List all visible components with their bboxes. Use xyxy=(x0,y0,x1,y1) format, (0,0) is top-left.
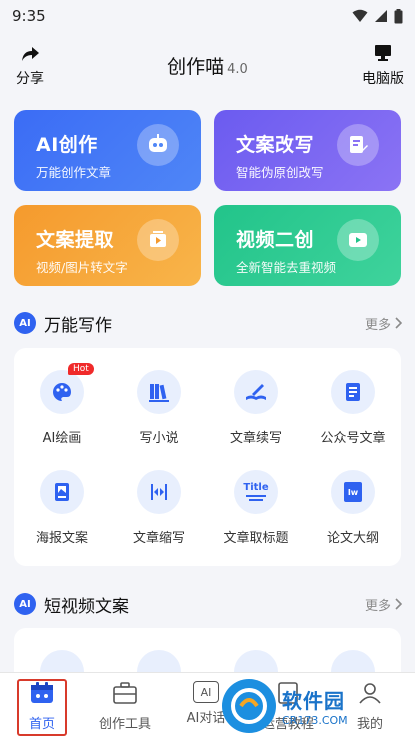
desktop-version-button[interactable]: 电脑版 xyxy=(361,44,405,88)
hot-badge: Hot xyxy=(68,363,94,375)
thesis-icon: Iw xyxy=(331,470,375,514)
wifi-icon xyxy=(352,9,368,22)
more-link[interactable]: 更多 xyxy=(365,314,402,333)
status-bar: 9:35 xyxy=(0,0,415,32)
card-subtitle: 视频/图片转文字 xyxy=(36,260,128,275)
signal-icon xyxy=(375,10,387,22)
robot-icon xyxy=(137,124,179,166)
tab-home[interactable]: 首页 xyxy=(2,681,82,732)
title-icon-text: Title xyxy=(243,482,269,493)
tool-label: 公众号文章 xyxy=(320,431,386,446)
tool-continue-article[interactable]: 文章续写 xyxy=(208,370,304,446)
tool-ai-painting[interactable]: Hot AI绘画 xyxy=(14,363,110,446)
ai-badge-icon: AI xyxy=(14,312,36,334)
tool-label: 海报文案 xyxy=(35,531,88,546)
watermark-logo-icon xyxy=(222,679,276,733)
tab-creation-tools[interactable]: 创作工具 xyxy=(85,681,165,732)
tool-label: 文章续写 xyxy=(229,431,282,446)
home-calendar-icon xyxy=(31,682,53,703)
short-video-header: AI 短视频文案 更多 xyxy=(14,591,402,617)
page-title: 创作喵 4.0 xyxy=(0,52,415,79)
tool-abbreviate-article[interactable]: 文章缩写 xyxy=(111,470,207,546)
tool-label: 文章缩写 xyxy=(132,531,185,546)
copy-rewrite-card[interactable]: 文案改写 智能伪原创改写 xyxy=(214,110,401,191)
universal-writing-header: AI 万能写作 更多 xyxy=(14,310,402,336)
watermark-text: 软件园 CR173.COM xyxy=(282,685,348,727)
tool-wechat-article[interactable]: 公众号文章 xyxy=(305,370,401,446)
section-title: 短视频文案 xyxy=(44,596,129,617)
tool-label: 写小说 xyxy=(139,431,179,446)
more-label: 更多 xyxy=(364,317,391,333)
chevron-right-icon xyxy=(395,317,402,329)
tool-label: AI绘画 xyxy=(42,431,82,446)
monitor-icon xyxy=(375,45,391,61)
ai-chat-icon-text: AI xyxy=(200,685,212,699)
app-header: 分享 创作喵 4.0 电脑版 xyxy=(0,40,415,96)
tab-label: 创作工具 xyxy=(98,717,151,732)
tab-label: 首页 xyxy=(28,717,55,732)
card-subtitle: 智能伪原创改写 xyxy=(236,165,324,180)
book-pen-icon xyxy=(234,370,278,414)
watermark-domain: CR173.COM xyxy=(282,714,348,727)
section-title: 万能写作 xyxy=(44,315,112,336)
tool-label: 文章取标题 xyxy=(223,531,289,546)
tool-thesis-outline[interactable]: Iw 论文大纲 xyxy=(305,470,401,546)
card-subtitle: 万能创作文章 xyxy=(36,165,112,180)
short-video-panel xyxy=(14,628,401,694)
tool-article-title[interactable]: Title 文章取标题 xyxy=(208,470,304,546)
watermark-title: 软件园 xyxy=(282,689,345,713)
ai-create-card[interactable]: AI创作 万能创作文章 xyxy=(14,110,201,191)
compress-icon xyxy=(137,470,181,514)
tool-write-novel[interactable]: 写小说 xyxy=(111,370,207,446)
watermark: 软件园 CR173.COM xyxy=(222,676,412,736)
ai-chat-icon: AI xyxy=(193,681,219,703)
more-link[interactable]: 更多 xyxy=(365,595,402,614)
chevron-right-icon xyxy=(395,598,402,610)
palette-icon: Hot xyxy=(40,363,94,414)
copy-extract-card[interactable]: 文案提取 视频/图片转文字 xyxy=(14,205,201,286)
title-icon: Title xyxy=(234,470,278,514)
toolbox-icon xyxy=(113,682,137,704)
edit-doc-icon xyxy=(337,124,379,166)
video-remix-icon xyxy=(337,219,379,261)
desktop-label: 电脑版 xyxy=(362,71,404,87)
thesis-icon-text: Iw xyxy=(347,487,359,497)
tool-label: 论文大纲 xyxy=(326,531,379,546)
video-extract-icon xyxy=(137,219,179,261)
video-remix-card[interactable]: 视频二创 全新智能去重视频 xyxy=(214,205,401,286)
app-name: 创作喵 xyxy=(167,56,225,78)
battery-icon xyxy=(394,8,403,23)
app-version: 4.0 xyxy=(227,62,248,77)
books-icon xyxy=(137,370,181,414)
universal-writing-panel: Hot AI绘画 写小说 文章续写 公众号文章 海报文案 文章缩写 Title … xyxy=(14,348,401,566)
card-subtitle: 全新智能去重视频 xyxy=(236,260,337,275)
more-label: 更多 xyxy=(364,598,391,614)
tool-poster-copy[interactable]: 海报文案 xyxy=(14,470,110,546)
ai-badge-icon: AI xyxy=(14,593,36,615)
poster-icon xyxy=(40,470,84,514)
status-time: 9:35 xyxy=(12,7,46,25)
article-icon xyxy=(331,370,375,414)
status-icons xyxy=(352,8,403,24)
